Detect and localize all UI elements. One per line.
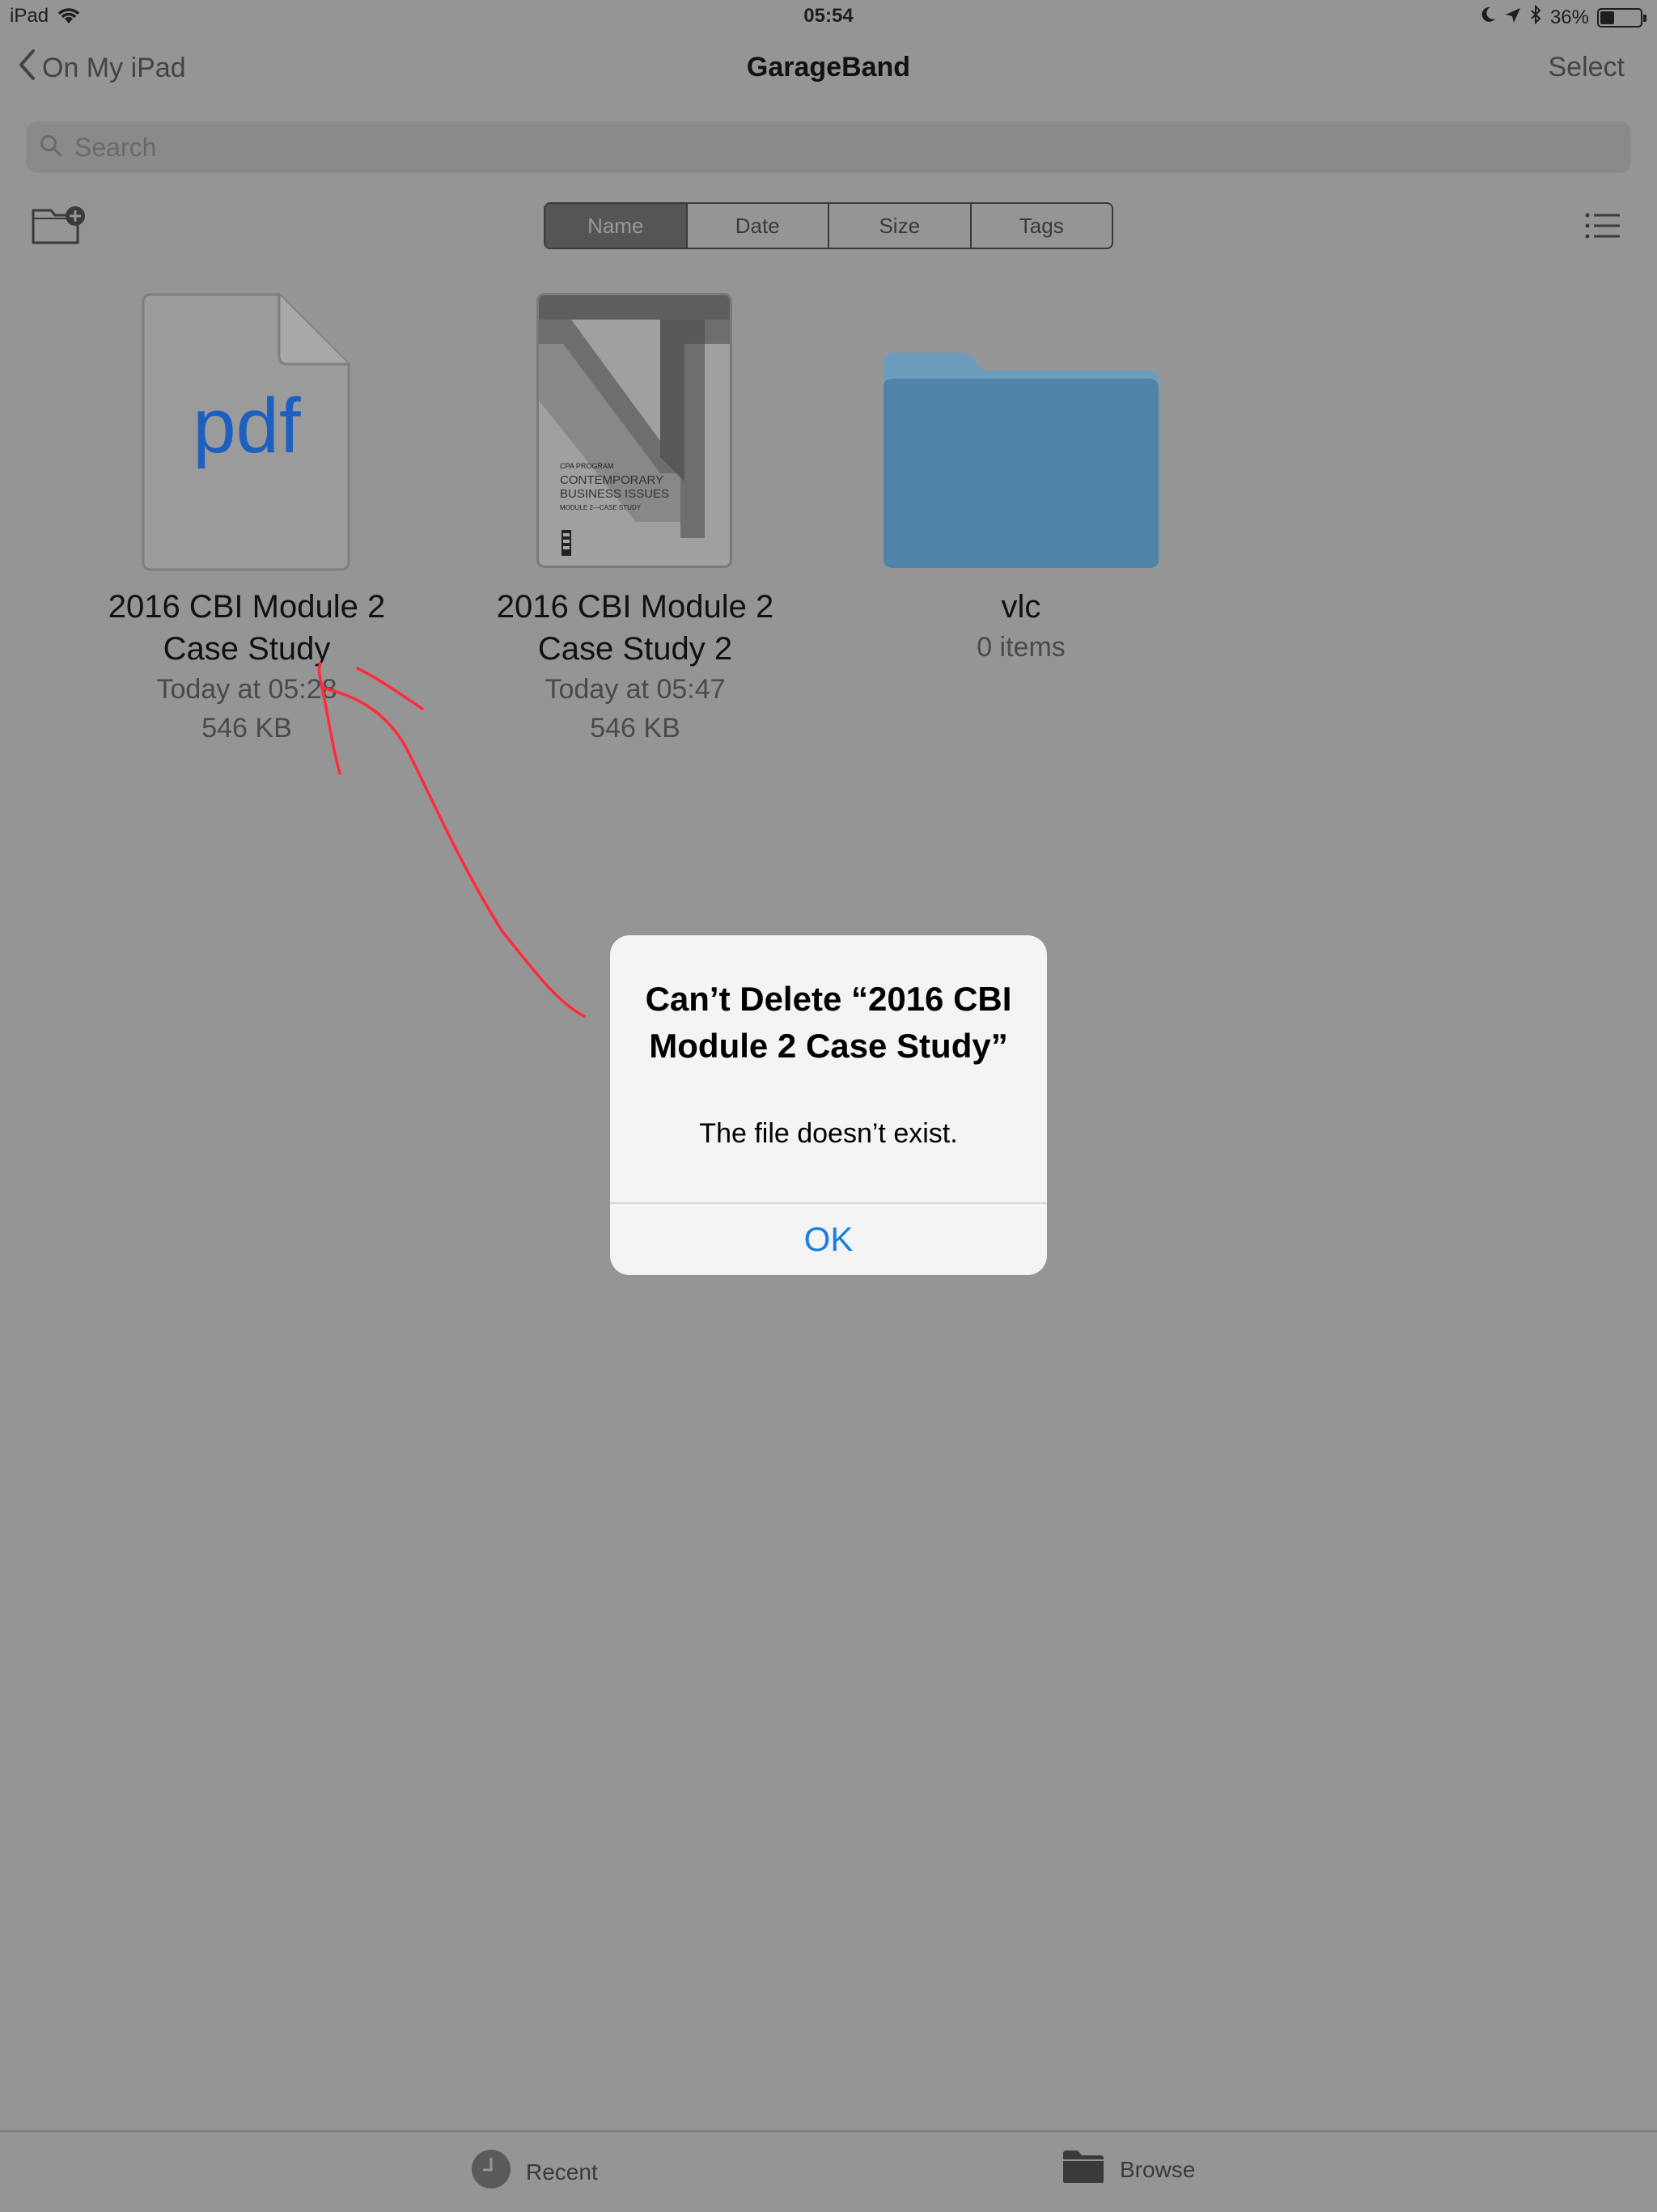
moon-icon: [1479, 6, 1497, 29]
file-size: 546 KB: [201, 713, 292, 744]
clock-icon: [471, 2149, 511, 2195]
file-size: 546 KB: [590, 713, 680, 744]
folder-icon: [1062, 2149, 1105, 2190]
tab-recent[interactable]: Recent: [471, 2149, 598, 2195]
sort-by-size[interactable]: Size: [828, 204, 970, 248]
battery-icon: [1597, 7, 1646, 28]
tab-bar: [0, 2130, 1657, 2212]
folder-item-vlc[interactable]: vlc 0 items: [843, 291, 1199, 667]
pdf-file-icon: pdf: [69, 291, 425, 574]
new-folder-button[interactable]: [31, 204, 89, 250]
cover-program: CPA PROGRAM: [560, 462, 614, 470]
file-item-document[interactable]: CPA PROGRAM CONTEMPORARY BUSINESS ISSUES…: [457, 291, 813, 748]
file-date: Today at 05:47: [545, 674, 726, 705]
alert-title: Can’t Delete “2016 CBI Module 2 Case Stu…: [645, 980, 1012, 1065]
alert-message: The file doesn’t exist.: [699, 1118, 958, 1149]
file-name-line1: 2016 CBI Module 2: [496, 589, 774, 625]
file-name-line1: 2016 CBI Module 2: [108, 589, 386, 625]
tab-browse-label: Browse: [1120, 2156, 1196, 2182]
battery-percent: 36%: [1549, 6, 1589, 28]
sort-segmented-control: Name Date Size Tags: [544, 202, 1113, 249]
alert-dialog: Can’t Delete “2016 CBI Module 2 Case Stu…: [610, 935, 1047, 1275]
search-icon: [39, 133, 63, 162]
search-placeholder: Search: [74, 132, 157, 162]
file-name-line2: Case Study 2: [537, 631, 733, 667]
cover-subtitle: MODULE 2—CASE STUDY: [560, 504, 642, 511]
document-thumbnail: CPA PROGRAM CONTEMPORARY BUSINESS ISSUES…: [457, 291, 813, 574]
select-button[interactable]: Select: [1549, 52, 1625, 83]
file-name-line2: Case Study: [163, 631, 331, 667]
location-icon: [1505, 6, 1521, 29]
status-indicators: 36%: [1479, 4, 1646, 30]
search-input[interactable]: Search: [26, 121, 1631, 173]
pdf-thumb-label: pdf: [193, 383, 301, 469]
sort-by-date[interactable]: Date: [685, 204, 828, 248]
document-cover: CPA PROGRAM CONTEMPORARY BUSINESS ISSUES…: [536, 293, 732, 568]
file-date: Today at 05:28: [156, 674, 337, 705]
status-bar: iPad 05:54 36%: [0, 0, 1657, 36]
folder-plus-icon: [31, 206, 89, 249]
cover-title-line2: BUSINESS ISSUES: [560, 487, 670, 501]
list-icon: [1584, 213, 1621, 243]
alert-ok-button[interactable]: OK: [610, 1204, 1047, 1275]
cover-title-line1: CONTEMPORARY: [560, 473, 664, 487]
folder-icon: [843, 291, 1199, 574]
sort-by-tags[interactable]: Tags: [969, 204, 1112, 248]
status-time: 05:54: [803, 5, 854, 27]
tab-recent-label: Recent: [526, 2159, 598, 2184]
folder-item-count: 0 items: [977, 632, 1066, 663]
page-title: GarageBand: [746, 52, 911, 83]
folder-name: vlc: [1001, 589, 1041, 625]
battery-fill: [1600, 11, 1614, 24]
sort-by-name[interactable]: Name: [545, 204, 686, 248]
file-item-pdf[interactable]: pdf 2016 CBI Module 2 Case Study Today a…: [69, 291, 425, 748]
list-view-button[interactable]: [1584, 212, 1621, 244]
tab-browse[interactable]: Browse: [1062, 2149, 1195, 2190]
bluetooth-icon: [1529, 4, 1542, 30]
